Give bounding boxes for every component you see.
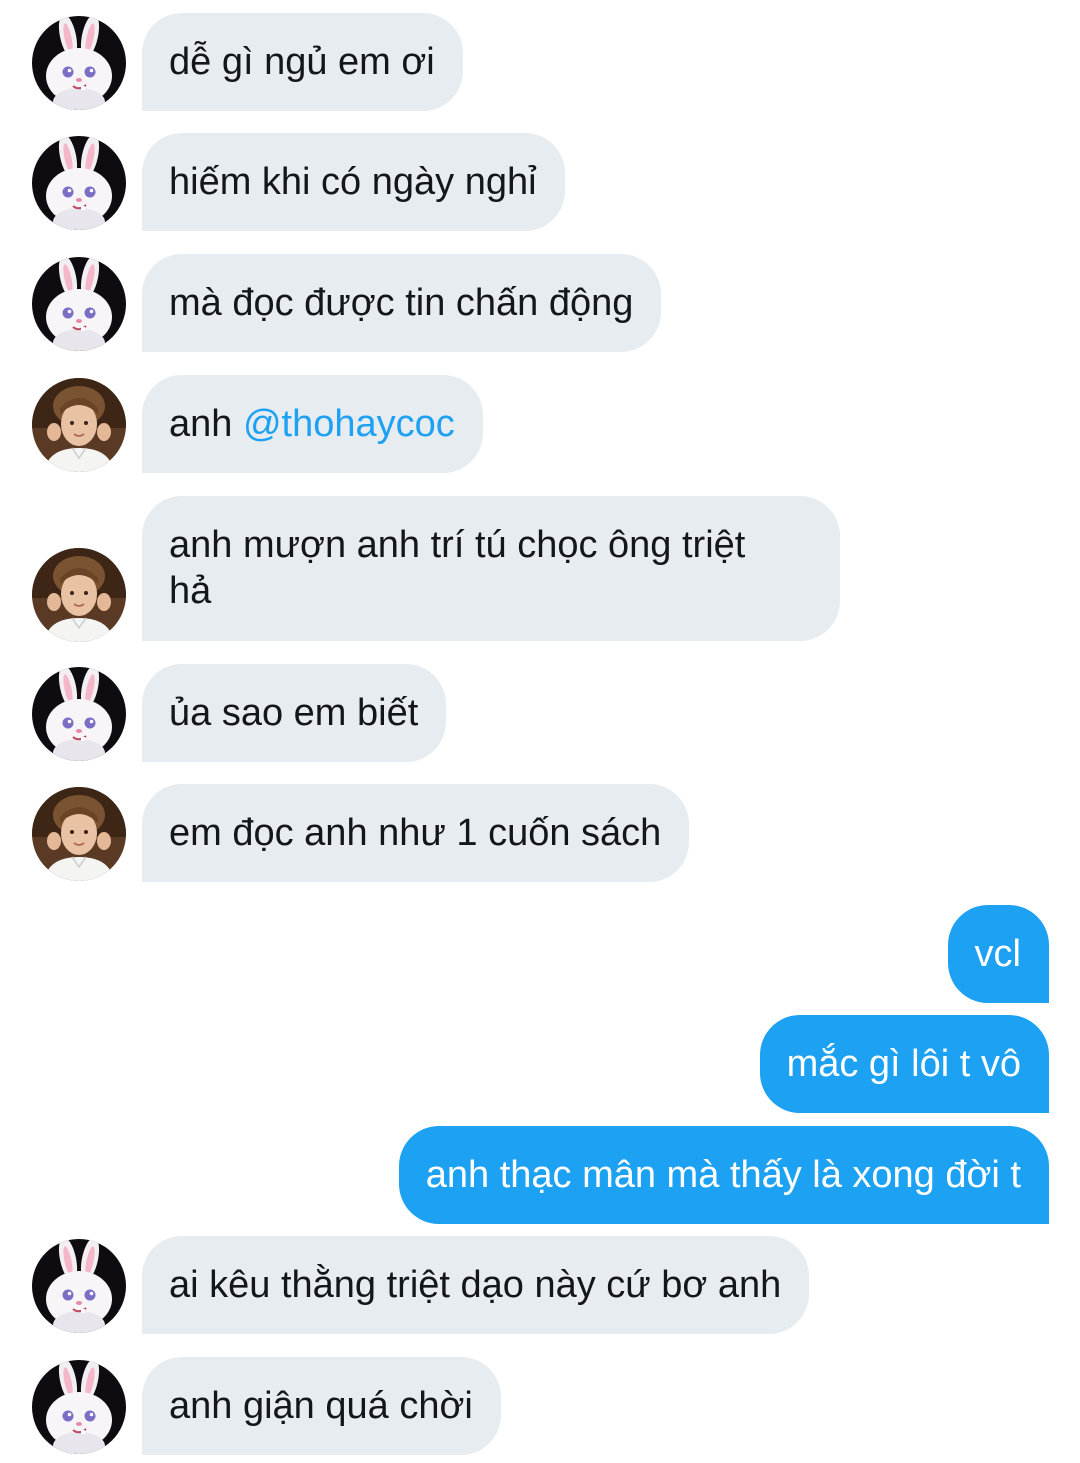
incoming-message-bubble[interactable]: mà đọc được tin chấn động [142, 254, 662, 352]
incoming-message-bubble[interactable]: em đọc anh như 1 cuốn sách [142, 784, 690, 882]
outgoing-message-bubble[interactable]: vcl [947, 905, 1049, 1003]
boy-avatar-icon[interactable] [32, 378, 126, 472]
outgoing-message-bubble[interactable]: mắc gì lôi t vô [759, 1015, 1049, 1113]
message-text: anh [169, 403, 243, 445]
incoming-message-bubble[interactable]: anh @thohaycoc [142, 375, 483, 473]
bunny-avatar-icon[interactable] [32, 667, 126, 761]
outgoing-message-bubble[interactable]: anh thạc mân mà thấy là xong đời t [398, 1126, 1049, 1224]
incoming-message-bubble[interactable]: ai kêu thằng triệt dạo này cứ bơ anh [142, 1236, 810, 1334]
incoming-message-bubble[interactable]: anh mượn anh trí tú chọc ông triệt hả [142, 496, 840, 641]
incoming-message-bubble[interactable]: anh giận quá chời [142, 1357, 501, 1455]
mention-link[interactable]: @thohaycoc [243, 403, 455, 445]
incoming-message-bubble[interactable]: ủa sao em biết [142, 664, 447, 762]
bunny-avatar-icon[interactable] [32, 16, 126, 110]
bunny-avatar-icon[interactable] [32, 1360, 126, 1454]
bunny-avatar-icon[interactable] [32, 1239, 126, 1333]
bunny-avatar-icon[interactable] [32, 257, 126, 351]
incoming-message-bubble[interactable]: dễ gì ngủ em ơi [142, 13, 463, 111]
message-thread: dễ gì ngủ em ơi hiếm khi có ngày nghỉ mà… [0, 0, 1080, 1463]
boy-avatar-icon[interactable] [32, 787, 126, 881]
bunny-avatar-icon[interactable] [32, 136, 126, 230]
incoming-message-bubble[interactable]: hiếm khi có ngày nghỉ [142, 133, 565, 231]
boy-avatar-icon[interactable] [32, 548, 126, 642]
